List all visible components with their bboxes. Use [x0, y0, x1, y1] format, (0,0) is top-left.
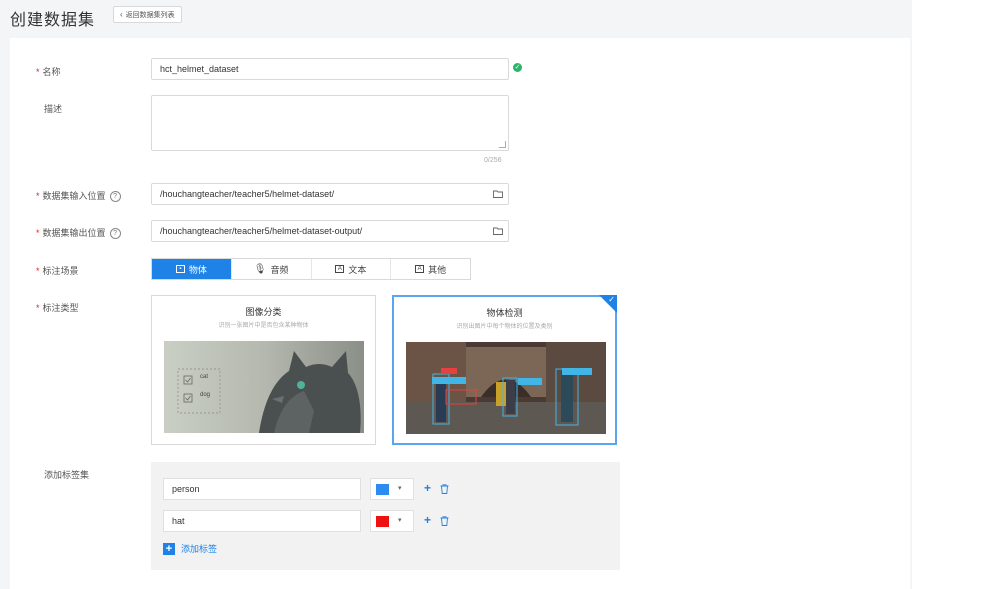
description-counter: 0/256	[484, 157, 502, 164]
plus-square-icon: +	[163, 542, 175, 555]
color-swatch	[376, 516, 389, 527]
add-label-button[interactable]: + 添加标签	[163, 542, 217, 555]
microphone-icon: 🎙︎	[253, 263, 267, 275]
name-input[interactable]: hct_helmet_dataset	[151, 58, 509, 80]
label-name-input[interactable]: hat	[163, 510, 361, 532]
back-to-list-button[interactable]: ‹ 返回数据集列表	[113, 6, 182, 23]
description-label: 描述	[44, 104, 63, 114]
type-card-title: 图像分类	[245, 307, 282, 317]
type-card-description: 识别一张图片中是否包含某种物体	[218, 323, 309, 329]
label-set-label: 添加标签集	[44, 470, 90, 480]
scene-segmented-control: ▪ 物体 🎙︎ 音频 A 文本 A 其他	[151, 258, 471, 280]
label-name-input[interactable]: person	[163, 478, 361, 500]
back-button-label: 返回数据集列表	[125, 12, 175, 19]
label-set-panel: person ▾ + hat ▾ + + 添加标签	[151, 462, 620, 570]
type-card-detection[interactable]: ✓ 物体检测 识别出图片中每个物体的位置及类别	[392, 295, 617, 445]
resize-grip-icon[interactable]	[499, 141, 506, 148]
scene-option-object[interactable]: ▪ 物体	[152, 259, 232, 279]
input-path-field[interactable]: /houchangteacher/teacher5/helmet-dataset…	[151, 183, 509, 205]
type-card-classification[interactable]: 图像分类 识别一张图片中是否包含某种物体 cat dog	[151, 295, 376, 445]
other-icon: A	[415, 265, 425, 273]
help-icon[interactable]: ?	[109, 191, 121, 203]
scene-label: * 标注场景	[36, 266, 79, 276]
folder-icon[interactable]	[493, 227, 503, 235]
label-color-picker[interactable]: ▾	[370, 478, 414, 500]
trash-icon[interactable]	[440, 516, 449, 526]
text-icon: A	[335, 265, 345, 273]
street-preview-image	[406, 342, 606, 434]
valid-check-icon: ✓	[513, 63, 522, 72]
color-swatch	[376, 484, 389, 495]
scene-option-audio[interactable]: 🎙︎ 音频	[232, 259, 312, 279]
page-title: 创建数据集	[10, 12, 96, 29]
add-row-icon[interactable]: +	[424, 481, 431, 495]
image-icon: ▪	[175, 265, 185, 273]
label-color-picker[interactable]: ▾	[370, 510, 414, 532]
output-path-label: * 数据集输出位置?	[36, 226, 121, 240]
input-path-label: * 数据集输入位置?	[36, 189, 121, 203]
add-row-icon[interactable]: +	[424, 513, 431, 527]
scene-option-text[interactable]: A 文本	[312, 259, 392, 279]
folder-icon[interactable]	[493, 190, 503, 198]
cat-preview-image	[164, 341, 364, 433]
output-path-field[interactable]: /houchangteacher/teacher5/helmet-dataset…	[151, 220, 509, 242]
scene-option-other[interactable]: A 其他	[391, 259, 470, 279]
check-icon: ✓	[608, 295, 615, 304]
name-label: * 名称	[36, 67, 61, 77]
chevron-left-icon: ‹	[120, 10, 123, 19]
preview-label-dog: dog	[200, 392, 211, 398]
help-icon[interactable]: ?	[109, 228, 121, 240]
type-card-title: 物体检测	[486, 308, 523, 318]
trash-icon[interactable]	[440, 484, 449, 494]
preview-label-cat: cat	[200, 374, 209, 380]
description-textarea[interactable]	[151, 95, 509, 151]
chevron-down-icon: ▾	[398, 517, 402, 524]
type-card-description: 识别出图片中每个物体的位置及类别	[456, 324, 553, 330]
annotation-type-label: * 标注类型	[36, 303, 79, 313]
chevron-down-icon: ▾	[398, 485, 402, 492]
